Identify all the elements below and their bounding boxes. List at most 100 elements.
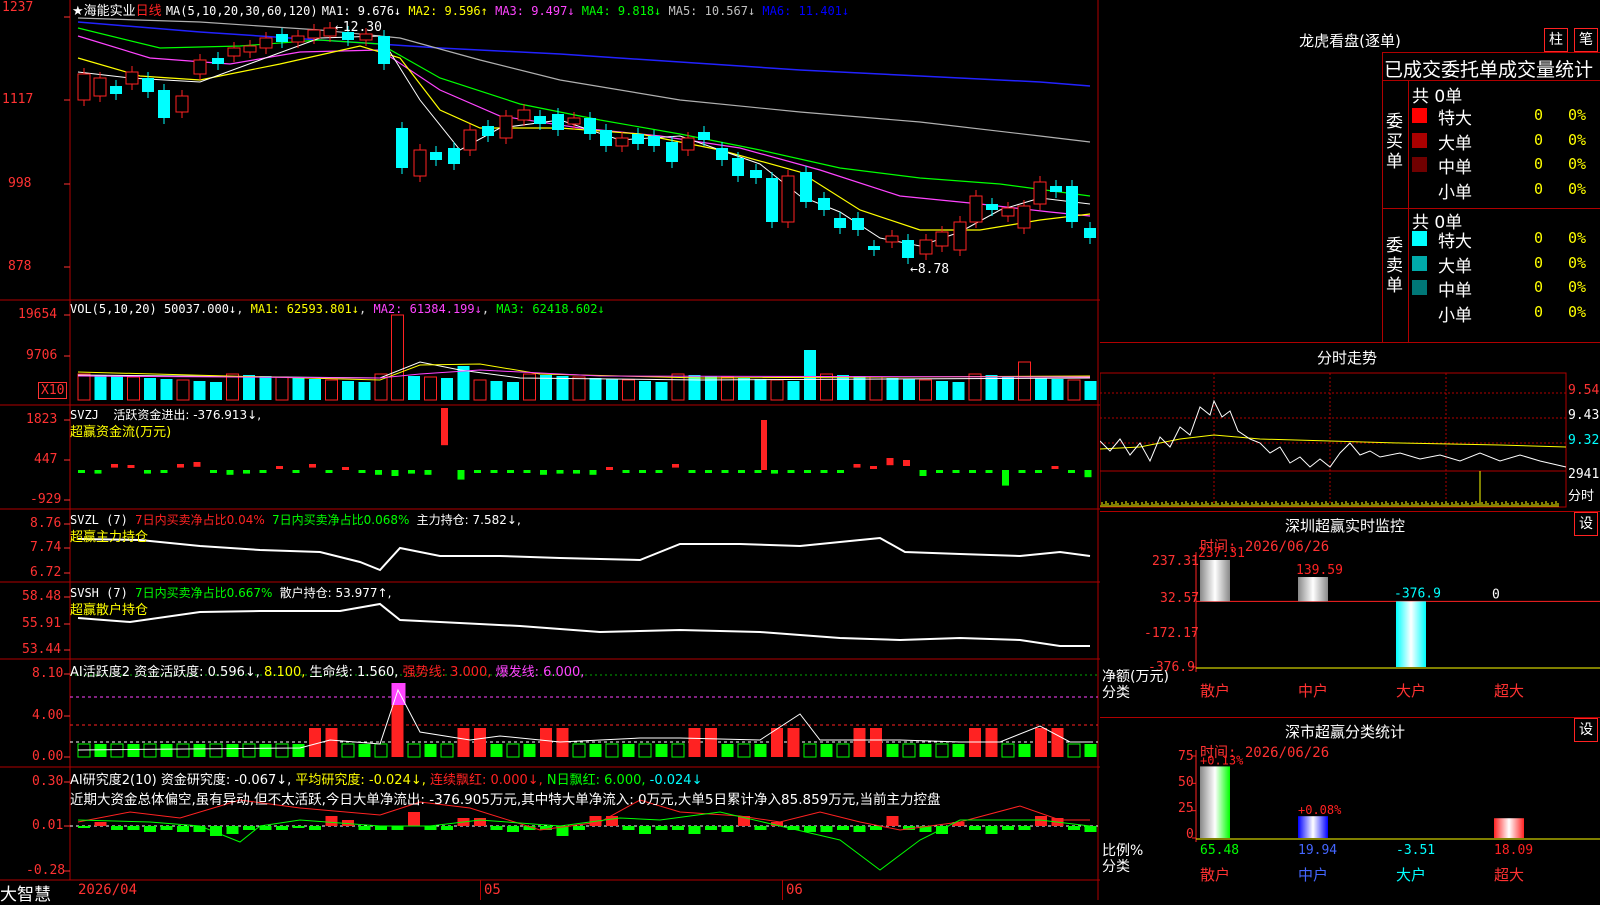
buy-color-swatch [1412, 132, 1427, 148]
vol-bar [193, 381, 206, 400]
ai2-bar [639, 826, 651, 834]
candle-up [517, 109, 531, 121]
candle-down [800, 172, 812, 202]
ai1-bar [705, 728, 717, 757]
svzj-bar [474, 470, 481, 473]
ai1-bar [870, 728, 882, 757]
ytick-svzj-2: 447 [34, 452, 58, 467]
bar-mode-button[interactable]: 柱 [1544, 28, 1568, 52]
svzj-bar [1018, 470, 1026, 473]
ai1-e: 爆发线: 6.000, [495, 665, 585, 680]
svzj-bar [226, 470, 234, 475]
candle-down [818, 198, 830, 210]
ai2-a: 资金研究度: -0.067↓, [160, 773, 292, 788]
ai2-bar [358, 826, 371, 830]
vol-bar [176, 379, 190, 401]
candle-up [499, 115, 513, 139]
candle-up [935, 231, 949, 247]
svzj-bar [1051, 466, 1059, 469]
svzj-bar [94, 470, 102, 474]
tab-volume-stat[interactable]: 成交量统计 [1498, 59, 1593, 81]
svzj-bar [870, 466, 877, 469]
svzj-bar [391, 470, 399, 476]
vol-bar [936, 381, 948, 400]
ai1-bar [935, 743, 949, 758]
tab-orders[interactable]: 委托单 [1441, 59, 1498, 81]
ai2-bar [688, 826, 701, 834]
svzj-bar [787, 470, 795, 473]
vol-bar [1002, 376, 1014, 400]
ai1-bar [275, 743, 289, 758]
svzj-bar [886, 458, 894, 466]
period-label[interactable]: 日线 [136, 4, 162, 19]
buy-row-pct: 0% [1568, 106, 1587, 124]
ai2-d: N日飘红: 6.000, [546, 773, 646, 788]
ytick-ai1-1: 8.10 [32, 666, 64, 681]
ai2-bar [870, 826, 882, 830]
ai2-title: AI研究度2(10) [70, 773, 157, 788]
ai1-bar [292, 744, 305, 757]
candle-down [552, 114, 564, 130]
svzl-b: 7日内买卖净占比0.068% [272, 513, 410, 527]
vol-bar [77, 373, 91, 401]
svzj-bar [424, 470, 432, 475]
candle-up [919, 239, 933, 255]
vol-bar [441, 378, 453, 400]
ai2-bar [160, 826, 173, 830]
xaxis-label-jun: 06 [786, 882, 803, 898]
stock-name[interactable]: 海能实业 [84, 4, 136, 19]
ai1-bar [853, 728, 866, 757]
ai2-bar [375, 826, 387, 830]
svzj-bar [276, 466, 283, 469]
ai1-d: 强势线: 3.000, [402, 665, 492, 680]
ai2-bar [276, 826, 288, 830]
vol-legend: VOL(5,10,20) 50037.000↓, MA1: 62593.801↓… [70, 302, 605, 316]
svzj-bar [375, 470, 382, 475]
vol-bar [94, 375, 107, 400]
ai2-bar [1084, 826, 1097, 832]
vol-bar [738, 378, 750, 400]
brand-label[interactable]: 大智慧 [0, 880, 51, 905]
svzj-bar [177, 464, 184, 468]
buy-color-swatch [1412, 108, 1427, 123]
tab-done[interactable]: 已成交 [1384, 59, 1441, 81]
ai2-bar [853, 826, 866, 832]
candle-down [750, 170, 762, 178]
sell-row-count: 0 [1534, 278, 1544, 296]
classstat-category-label: 超大 [1494, 866, 1524, 884]
candle-down [732, 158, 744, 176]
ai2-bar [144, 826, 156, 832]
classstat-top-label: +0.13% [1200, 753, 1244, 767]
ai2-bar [622, 826, 635, 830]
tick-mode-button[interactable]: 笔 [1574, 28, 1598, 52]
ai1-bar [622, 744, 635, 757]
ytick-svsh-1: 58.48 [22, 589, 62, 604]
sell-row-count: 0 [1534, 253, 1544, 272]
candle-down [852, 218, 864, 230]
sell-row-label: 大单 [1438, 256, 1472, 277]
vol-bar [1035, 378, 1047, 400]
ai1-bar [160, 744, 173, 757]
svzl-title: SVZL (7) [70, 513, 128, 527]
ai2-bar [573, 826, 585, 830]
vol-title: VOL(5,10,20) [70, 302, 157, 316]
svzj-bar [1084, 470, 1092, 478]
candle-down [142, 78, 154, 92]
ytick-svzl-1: 8.76 [30, 516, 62, 531]
fenshi-panel[interactable]: 分时走势 9.54 9.43 9.32 2941 分时 [1100, 343, 1600, 511]
classstat-top-label: +0.08% [1298, 803, 1342, 817]
candle-up [969, 195, 983, 223]
sell-color-swatch [1412, 231, 1427, 246]
vol-bar [210, 382, 222, 400]
ai1-bar [407, 743, 421, 758]
candle-up [1033, 181, 1047, 205]
kline-chart-area[interactable]: ←12.30 ←8.78 [0, 0, 1100, 900]
ytick-svzl-2: 7.74 [30, 540, 62, 555]
buy-color-swatch [1412, 181, 1427, 197]
svzj-bar [325, 470, 333, 473]
classstat-category-label: 中户 [1298, 866, 1328, 884]
vol-bar [886, 378, 899, 400]
vol-unit[interactable]: X10 [38, 382, 68, 399]
ai2-bar [837, 826, 849, 830]
vol-bar [144, 378, 156, 400]
